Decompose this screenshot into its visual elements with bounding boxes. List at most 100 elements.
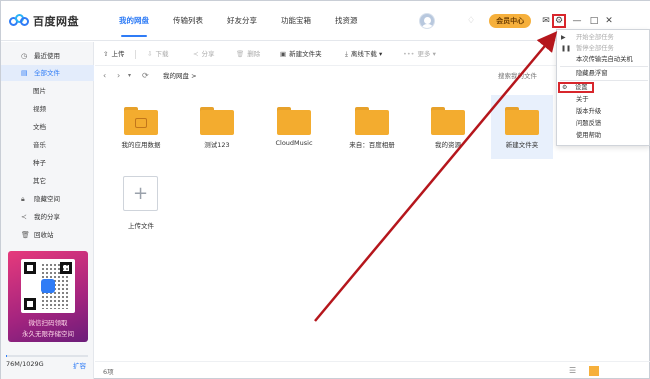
maximize-icon[interactable]: □ — [587, 13, 601, 29]
diamond-icon[interactable]: ♢ — [467, 16, 475, 26]
file-name: 我的应用数据 — [121, 141, 161, 149]
upload-file-tile[interactable]: + — [123, 176, 158, 211]
file-name: 我的资源 — [435, 141, 461, 149]
sidebar-item-recent[interactable]: ◷ 最近使用 — [1, 48, 94, 64]
search-input[interactable]: 搜索我的文件 — [498, 70, 558, 82]
folder-icon — [200, 107, 234, 135]
close-icon[interactable]: ✕ — [602, 13, 616, 29]
avatar[interactable] — [419, 13, 435, 29]
main-nav: 我的网盘 传输列表 好友分享 功能宝箱 找资源 — [109, 1, 372, 41]
sidebar-item-hidden-space[interactable]: 🔒︎ 隐藏空间 — [1, 191, 94, 207]
cloud-logo-icon — [9, 14, 29, 28]
history-dropdown-icon[interactable]: ▾ — [128, 67, 131, 85]
file-item[interactable]: 测试123 — [186, 95, 248, 157]
mail-icon[interactable]: ✉ — [539, 13, 553, 29]
download-button[interactable]: ⇩ 下载 — [147, 42, 168, 66]
sidebar-item-label: 最近使用 — [34, 52, 60, 60]
upload-file-label: 上传文件 — [128, 222, 154, 230]
gear-icon[interactable]: ⚙ — [552, 14, 566, 28]
more-label: 更多 — [417, 50, 431, 58]
menu-settings[interactable]: ⚙ 设置 — [558, 82, 594, 93]
back-icon[interactable]: ‹ — [103, 67, 106, 85]
logo: 百度网盘 — [9, 13, 79, 29]
sidebar-item-label: 隐藏空间 — [34, 195, 60, 203]
refresh-icon[interactable]: ⟳ — [142, 67, 149, 85]
menu-start-all[interactable]: ▶ 开始全部任务 — [557, 32, 649, 43]
menu-feedback[interactable]: 问题反馈 — [557, 118, 649, 129]
new-folder-label: 新建文件夹 — [289, 50, 322, 58]
sidebar-item-trash[interactable]: 🗑︎ 回收站 — [1, 227, 94, 243]
download-label: 下载 — [155, 50, 169, 58]
tab-my-drive[interactable]: 我的网盘 — [109, 1, 159, 41]
grid-view-icon[interactable] — [589, 366, 599, 376]
menu-item-label: 设置 — [575, 84, 588, 91]
sidebar-item-label: 全部文件 — [34, 69, 60, 77]
breadcrumb[interactable]: 我的网盘 > — [163, 67, 197, 85]
sidebar: ◷ 最近使用 ▤ 全部文件 图片 视频 文档 音乐 种子 其它 🔒︎ 隐藏空间 … — [1, 42, 94, 379]
promo-line-2: 永久无限存储空间 — [22, 330, 74, 338]
top-bar: 百度网盘 我的网盘 传输列表 好友分享 功能宝箱 找资源 ♢ 会员中心 ✉ ⚙ … — [1, 1, 650, 41]
app-window: 百度网盘 我的网盘 传输列表 好友分享 功能宝箱 找资源 ♢ 会员中心 ✉ ⚙ … — [0, 0, 650, 379]
file-name: 测试123 — [204, 141, 230, 149]
offline-download-label: 离线下载 — [350, 50, 377, 58]
expand-storage-link[interactable]: 扩容 — [73, 360, 86, 370]
menu-upgrade[interactable]: 版本升级 — [557, 106, 649, 117]
file-name: CloudMusic — [275, 139, 313, 147]
trash-icon: 🗑︎ — [236, 50, 245, 58]
share-button[interactable]: ≺ 分享 — [193, 42, 214, 66]
pause-icon: ❚❚ — [561, 45, 572, 52]
folder-icon — [431, 107, 465, 135]
tab-find-resources[interactable]: 找资源 — [325, 1, 368, 41]
share-icon: ≺ — [21, 213, 27, 221]
storage-fill — [6, 355, 7, 357]
folder-icon — [355, 107, 389, 135]
breadcrumb-current[interactable]: 我的网盘 — [163, 72, 189, 80]
tab-toolbox[interactable]: 功能宝箱 — [271, 1, 321, 41]
trash-icon: 🗑︎ — [21, 231, 30, 239]
tab-transfers[interactable]: 传输列表 — [163, 1, 213, 41]
files-icon: ▤ — [21, 69, 28, 77]
menu-about[interactable]: 关于 — [557, 94, 649, 105]
status-bar: 6项 ☰ — [95, 361, 650, 379]
menu-help[interactable]: 使用帮助 — [557, 130, 649, 141]
settings-icon: ⚙ — [562, 84, 568, 91]
baidu-logo-icon — [41, 279, 55, 293]
file-item[interactable]: 我的资源 — [417, 95, 479, 157]
upload-button[interactable]: ⇧ 上传 — [103, 42, 124, 66]
sidebar-item-images[interactable]: 图片 — [1, 83, 94, 99]
file-item[interactable]: CloudMusic — [263, 95, 325, 157]
menu-item-label: 开始全部任务 — [576, 34, 614, 41]
wechat-promo-banner[interactable]: 微信扫码领取 永久无限存储空间 — [8, 251, 88, 342]
storage-bar — [6, 355, 88, 357]
sidebar-item-my-shares[interactable]: ≺ 我的分享 — [1, 209, 94, 225]
list-view-icon[interactable]: ☰ — [569, 366, 579, 376]
sidebar-item-label: 回收站 — [34, 231, 54, 239]
share-label: 分享 — [201, 50, 215, 58]
sidebar-item-torrents[interactable]: 种子 — [1, 155, 94, 171]
minimize-icon[interactable]: — — [570, 13, 584, 29]
clock-icon: ◷ — [21, 52, 28, 60]
offline-download-button[interactable]: ⤓ 离线下载 ▾ — [345, 42, 382, 66]
more-button[interactable]: ••• 更多 ▾ — [403, 42, 436, 66]
tab-friend-share[interactable]: 好友分享 — [217, 1, 267, 41]
app-name: 百度网盘 — [33, 15, 79, 28]
sidebar-item-docs[interactable]: 文档 — [1, 119, 94, 135]
menu-hide-float-window[interactable]: 隐藏悬浮窗 — [557, 68, 649, 79]
upload-label: 上传 — [111, 50, 125, 58]
vip-center-button[interactable]: 会员中心 — [489, 14, 532, 28]
file-item[interactable]: 我的应用数据 — [110, 95, 172, 157]
file-item[interactable]: 来自：百度相册 — [341, 95, 403, 157]
menu-auto-shutdown[interactable]: 本次传输完自动关机 — [557, 54, 649, 65]
share-icon: ≺ — [193, 50, 199, 58]
file-item-selected[interactable]: 新建文件夹 — [491, 95, 553, 159]
sidebar-item-all-files[interactable]: ▤ 全部文件 — [1, 65, 94, 81]
divider — [135, 50, 136, 59]
delete-button[interactable]: 🗑︎ 删除 — [236, 42, 260, 66]
sidebar-item-other[interactable]: 其它 — [1, 173, 94, 189]
sidebar-item-videos[interactable]: 视频 — [1, 101, 94, 117]
menu-item-label: 暂停全部任务 — [576, 45, 614, 52]
new-folder-button[interactable]: ▣ 新建文件夹 — [280, 42, 322, 66]
sidebar-item-music[interactable]: 音乐 — [1, 137, 94, 153]
menu-pause-all[interactable]: ❚❚ 暂停全部任务 — [557, 43, 649, 54]
forward-icon[interactable]: › — [117, 67, 120, 85]
